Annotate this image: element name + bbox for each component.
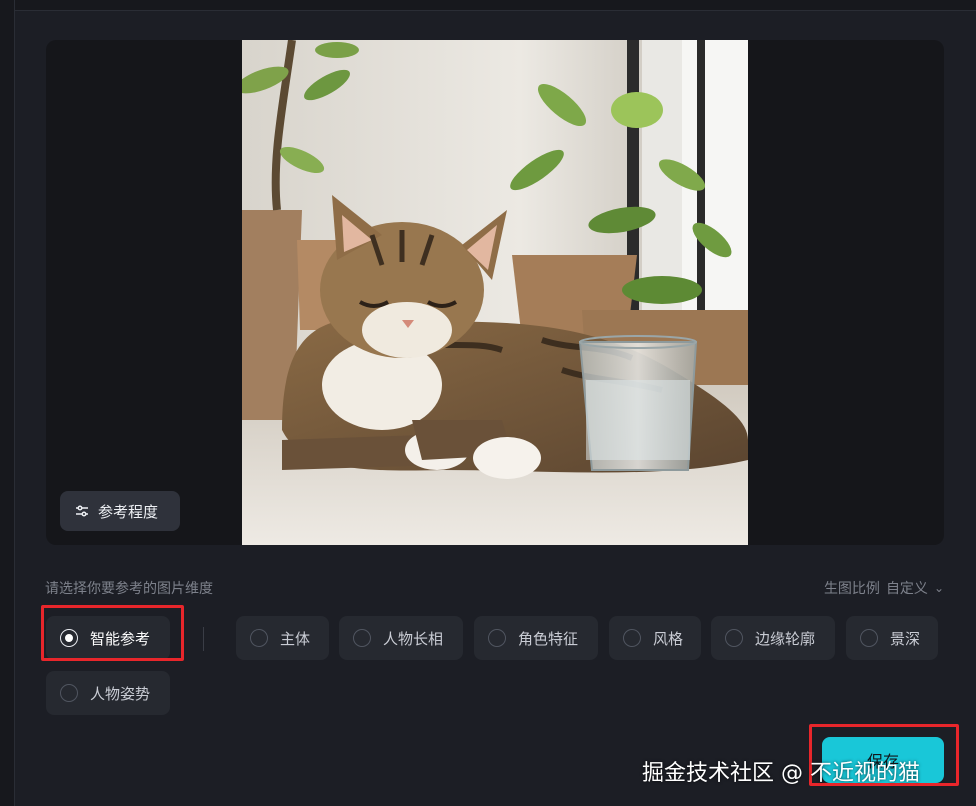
aspect-ratio-value: 自定义 <box>885 581 928 597</box>
radio-icon <box>623 629 641 647</box>
radio-icon <box>60 629 78 647</box>
top-bar <box>0 0 976 11</box>
option-label: 主体 <box>280 629 311 648</box>
option-label: 景深 <box>890 629 921 648</box>
option-label: 人物姿势 <box>90 684 151 703</box>
option-character-features[interactable]: 角色特征 <box>474 616 598 660</box>
chevron-down-icon: ⌄ <box>933 581 944 595</box>
option-pose[interactable]: 人物姿势 <box>46 671 170 715</box>
option-label: 人物长相 <box>383 629 444 648</box>
cat-photo <box>242 40 748 545</box>
option-depth-of-field[interactable]: 景深 <box>846 616 938 660</box>
option-label: 角色特征 <box>518 629 579 648</box>
option-style[interactable]: 风格 <box>609 616 701 660</box>
radio-icon <box>250 629 268 647</box>
dimension-hint: 请选择你要参考的图片维度 <box>45 581 213 597</box>
reference-image-preview: 参考程度 <box>46 40 944 545</box>
option-edge-outline[interactable]: 边缘轮廓 <box>711 616 835 660</box>
option-label: 风格 <box>653 629 684 648</box>
radio-icon <box>725 629 743 647</box>
option-label: 智能参考 <box>90 629 151 648</box>
aspect-ratio-label: 生图比例 <box>823 581 880 597</box>
option-label: 边缘轮廓 <box>755 629 816 648</box>
radio-icon <box>353 629 371 647</box>
left-panel-edge <box>0 0 15 806</box>
option-face[interactable]: 人物长相 <box>339 616 463 660</box>
reference-strength-label: 参考程度 <box>98 502 159 521</box>
option-smart-reference[interactable]: 智能参考 <box>46 616 170 660</box>
option-subject[interactable]: 主体 <box>236 616 329 660</box>
reference-strength-button[interactable]: 参考程度 <box>60 491 180 531</box>
sliders-icon <box>76 505 88 517</box>
radio-icon <box>60 684 78 702</box>
aspect-ratio-selector[interactable]: 生图比例 自定义 ⌄ <box>824 578 944 598</box>
radio-icon <box>860 629 878 647</box>
watermark: 掘金技术社区 @ 不近视的猫 <box>642 761 920 786</box>
option-divider <box>203 627 204 651</box>
radio-icon <box>488 629 506 647</box>
